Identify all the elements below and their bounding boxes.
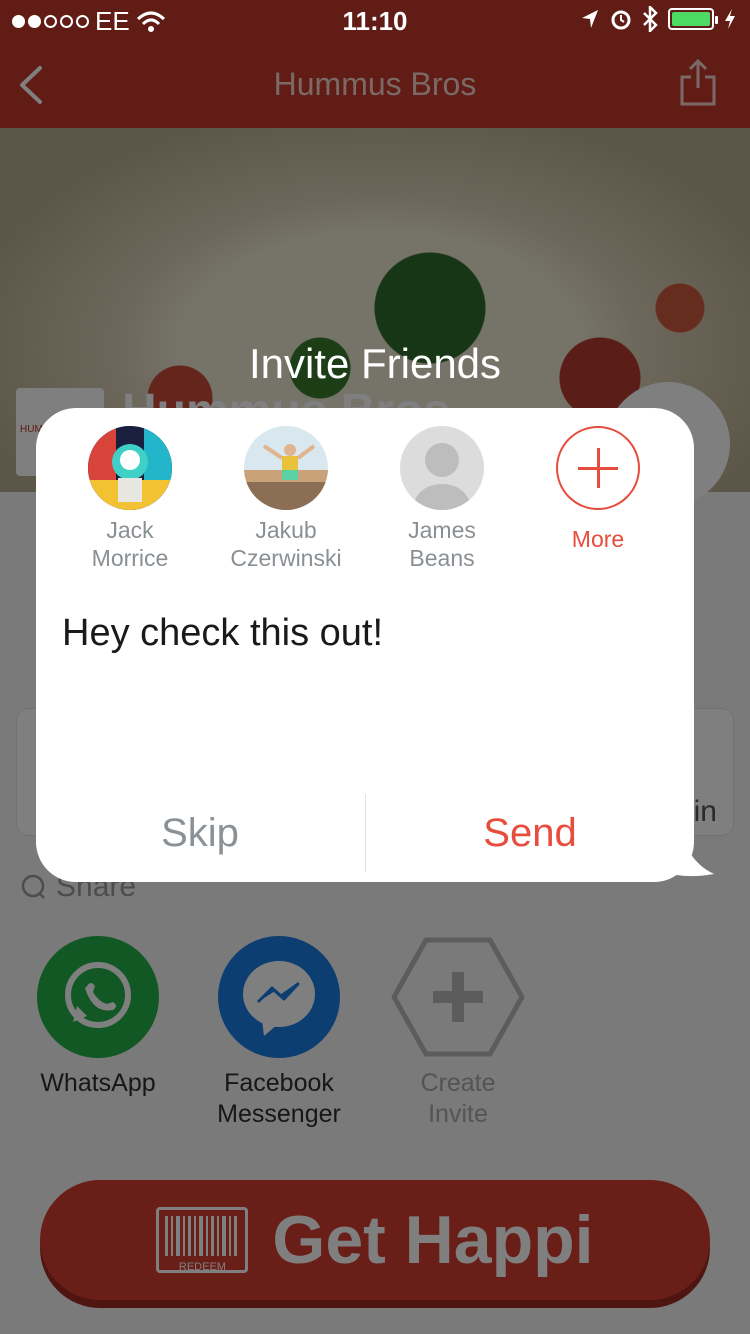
friend-first-name: Jack [106, 517, 154, 543]
avatar [244, 426, 328, 510]
skip-button[interactable]: Skip [36, 794, 364, 872]
friend-first-name: James [408, 517, 476, 543]
dialog-actions: Skip Send [36, 794, 694, 872]
status-icons [580, 6, 736, 32]
status-bar: EE 11:10 [0, 0, 750, 40]
bluetooth-icon [643, 6, 658, 32]
plus-icon [556, 426, 640, 510]
friend-item[interactable]: Jakub Czerwinski [201, 426, 371, 572]
more-friends-button[interactable]: More [513, 426, 683, 553]
friend-last-name: Morrice [91, 545, 169, 571]
friend-item[interactable]: James Beans [357, 426, 527, 572]
default-avatar-icon [400, 426, 484, 510]
battery-icon [668, 8, 718, 30]
location-arrow-icon [582, 10, 598, 28]
friend-first-name: Jakub [255, 517, 317, 543]
send-button[interactable]: Send [366, 794, 694, 872]
more-label: More [571, 526, 625, 552]
friend-item[interactable]: Jack Morrice [45, 426, 215, 572]
invite-message-input[interactable]: Hey check this out! [62, 612, 662, 655]
friend-last-name: Czerwinski [230, 545, 342, 571]
avatar [88, 426, 172, 510]
alarm-clock-icon [611, 10, 631, 30]
charging-bolt-icon [725, 9, 735, 29]
invite-friends-dialog: Jack Morrice Jakub Czerwinski James Bean… [36, 408, 694, 882]
modal-title: Invite Friends [248, 340, 502, 387]
friend-picker: Jack Morrice Jakub Czerwinski James Bean… [36, 426, 694, 596]
friend-last-name: Beans [409, 545, 475, 571]
